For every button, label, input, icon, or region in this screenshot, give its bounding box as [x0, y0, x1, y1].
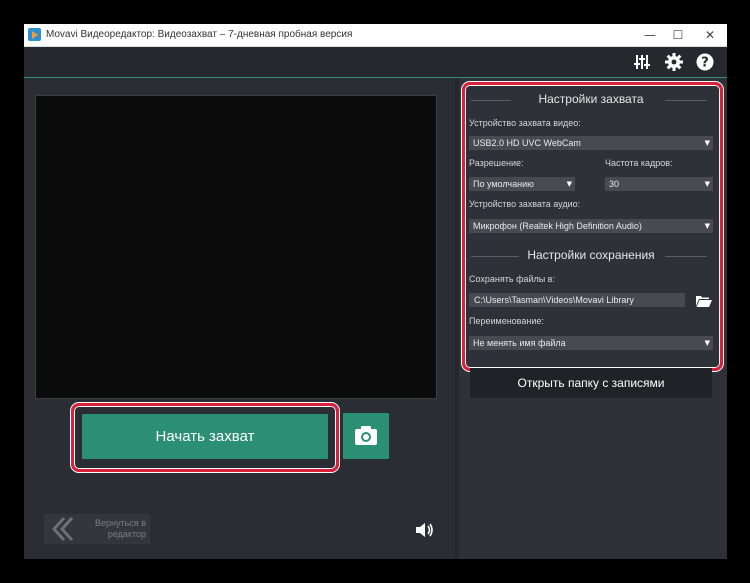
resolution-select[interactable]: По умолчанию ▼	[469, 177, 575, 191]
folder-open-icon[interactable]	[696, 294, 712, 307]
resolution-label: Разрешение:	[469, 158, 524, 168]
video-preview	[35, 95, 437, 399]
gear-icon[interactable]	[664, 52, 684, 72]
chevron-down-icon: ▼	[704, 180, 710, 188]
rename-select[interactable]: Не менять имя файла ▼	[469, 336, 713, 350]
video-device-value: USB2.0 HD UVC WebCam	[473, 138, 581, 148]
back-to-editor-button[interactable]: Вернуться в редактор	[44, 514, 150, 544]
save-settings-title: Настройки сохранения	[469, 248, 713, 262]
chevron-down-icon: ▼	[704, 222, 710, 230]
app-window: Movavi Видеоредактор: Видеозахват – 7-дн…	[24, 24, 727, 559]
back-label-line1: Вернуться в	[95, 518, 146, 528]
resolution-value: По умолчанию	[473, 179, 534, 189]
framerate-value: 30	[609, 179, 620, 189]
app-logo-icon	[28, 28, 41, 41]
save-path-field[interactable]: C:\Users\Tasman\Videos\Movavi Library	[469, 293, 685, 307]
window-title: Movavi Видеоредактор: Видеозахват – 7-дн…	[46, 29, 353, 40]
chevron-down-icon: ▼	[566, 180, 572, 188]
save-to-label: Сохранять файлы в:	[469, 274, 556, 284]
title-bar: Movavi Видеоредактор: Видеозахват – 7-дн…	[24, 24, 727, 47]
video-device-label: Устройство захвата видео:	[469, 118, 581, 128]
back-label-line2: редактор	[107, 529, 146, 539]
save-settings-title-text: Настройки сохранения	[523, 248, 659, 262]
audio-device-value: Микрофон (Realtek High Definition Audio)	[473, 221, 642, 231]
rename-value: Не менять имя файла	[473, 338, 566, 348]
equalizer-icon[interactable]	[632, 52, 652, 72]
audio-device-label: Устройство захвата аудио:	[469, 199, 581, 209]
toolbar: ?	[24, 47, 727, 78]
capture-settings-title-text: Настройки захвата	[534, 92, 648, 106]
framerate-select[interactable]: 30 ▼	[605, 177, 713, 191]
camera-icon	[355, 426, 377, 445]
start-capture-button[interactable]: Начать захват	[82, 414, 328, 459]
snapshot-button[interactable]	[343, 413, 389, 459]
chevron-down-icon: ▼	[704, 139, 710, 147]
rename-label: Переименование:	[469, 316, 544, 326]
back-button-label: Вернуться в редактор	[84, 518, 146, 540]
audio-device-select[interactable]: Микрофон (Realtek High Definition Audio)…	[469, 219, 713, 233]
settings-panel: Настройки захвата Устройство захвата вид…	[459, 78, 727, 559]
close-button[interactable]: ✕	[696, 24, 724, 46]
minimize-button[interactable]: —	[636, 24, 664, 46]
speaker-icon[interactable]	[414, 521, 434, 539]
chevron-down-icon: ▼	[704, 339, 710, 347]
settings-box: Настройки захвата Устройство захвата вид…	[461, 82, 713, 365]
chevron-left-icon	[51, 516, 74, 542]
capture-panel: Начать захват Вернуться в редактор	[24, 78, 455, 559]
framerate-label: Частота кадров:	[605, 158, 673, 168]
maximize-button[interactable]: ☐	[664, 24, 692, 46]
help-icon[interactable]: ?	[695, 52, 715, 72]
open-records-folder-button[interactable]: Открыть папку с записями	[470, 368, 712, 398]
video-device-select[interactable]: USB2.0 HD UVC WebCam ▼	[469, 136, 713, 150]
svg-text:?: ?	[701, 56, 709, 71]
capture-settings-title: Настройки захвата	[469, 92, 713, 106]
